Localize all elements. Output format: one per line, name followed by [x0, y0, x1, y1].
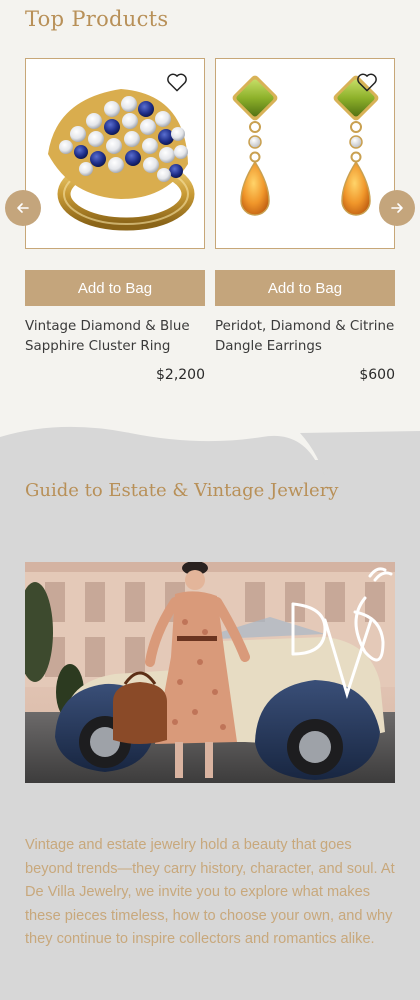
product-name[interactable]: Peridot, Diamond & Citrine Dangle Earrin…: [215, 317, 395, 357]
heart-icon[interactable]: [356, 72, 378, 92]
add-to-bag-button[interactable]: Add to Bag: [215, 270, 395, 306]
product-image-frame[interactable]: [25, 58, 205, 249]
guide-hero-image[interactable]: [25, 562, 395, 783]
product-price: $600: [359, 367, 395, 383]
guide-body-text: Vintage and estate jewelry hold a beauty…: [25, 837, 395, 947]
product-card[interactable]: Add to Bag Vintage Diamond & Blue Sapphi…: [25, 58, 205, 383]
guide-title: Guide to Estate & Vintage Jewlery: [25, 480, 339, 501]
woman-vintage-car-image: [25, 562, 395, 783]
product-price: $2,200: [156, 367, 205, 383]
arrow-right-icon: [391, 203, 403, 213]
arrow-left-icon: [17, 203, 29, 213]
carousel-prev-button[interactable]: [5, 190, 41, 226]
product-card[interactable]: Add to Bag Peridot, Diamond & Citrine Da…: [215, 58, 395, 383]
product-image-frame[interactable]: [215, 58, 395, 249]
heart-icon[interactable]: [166, 72, 188, 92]
add-to-bag-button[interactable]: Add to Bag: [25, 270, 205, 306]
product-name[interactable]: Vintage Diamond & Blue Sapphire Cluster …: [25, 317, 205, 357]
top-products-title: Top Products: [25, 7, 169, 31]
carousel-next-button[interactable]: [379, 190, 415, 226]
